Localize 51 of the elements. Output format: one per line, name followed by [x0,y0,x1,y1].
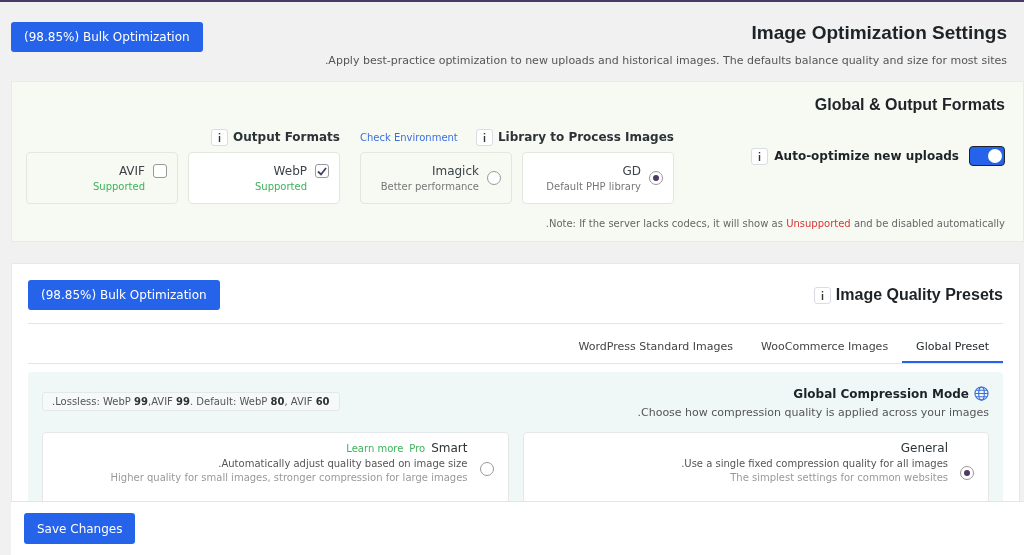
info-icon[interactable] [751,147,769,165]
radio-button[interactable] [487,171,501,185]
page-subtitle: .Apply best-practice optimization to new uploads and historical images. The defaults balance quality and size for most sites [324,54,1007,67]
quality-hint: .Lossless: WebP 99,AVIF 99. Default: WebP 80, AVIF 60 [42,392,340,411]
format-card[interactable]: WebP Supported [188,152,340,204]
mode-description: The simplest settings for common websites [730,472,948,483]
format-name: AVIF [118,164,145,178]
radio-button[interactable] [649,171,663,185]
page-title: Image Optimization Settings [751,22,1007,44]
radio-button[interactable] [479,462,494,476]
preset-tab[interactable]: WordPress Standard Images [564,340,748,363]
mode-name: Smart [431,441,468,455]
auto-optimize-label: Auto-optimize new uploads [774,149,959,163]
bulk-optimization-button[interactable]: (98.85%) Bulk Optimization [28,280,220,310]
info-icon[interactable] [813,286,831,304]
format-status: Supported [92,181,145,192]
format-name: WebP [273,164,307,178]
auto-optimize-toggle[interactable] [969,146,1005,166]
format-status: Supported [254,181,307,192]
panel-title: Image Quality Presets [835,286,1003,304]
mode-name: General [900,441,948,455]
mode-card[interactable]: General .Use a single fixed compression quality for all images The simplest settings for common websites [522,432,989,501]
preset-tab[interactable]: WooCommerce Images [747,340,903,363]
info-icon[interactable] [211,128,229,146]
mode-description: .Use a single fixed compression quality for all images [681,458,948,469]
radio-button[interactable] [960,466,974,480]
preset-tab[interactable]: Global Preset [902,340,1003,363]
checkbox[interactable] [315,164,329,178]
group-label: Output Formats [233,130,340,144]
panel-title: Global & Output Formats [814,96,1005,114]
bulk-optimization-button[interactable]: (98.85%) Bulk Optimization [11,22,203,52]
mode-card[interactable]: Learn more Pro Smart .Automatically adjust quality based on image size Higher quality for small images, stronger compression for large images [42,432,509,501]
pro-label: Pro [409,442,426,454]
library-card[interactable]: Imagick Better performance [360,152,512,204]
codec-note: .Note: If the server lacks codecs, it will show as Unsupported and be disabled automatically [545,218,1005,229]
library-description: Default PHP library [546,181,641,192]
library-card[interactable]: GD Default PHP library [522,152,674,204]
compression-subtitle: .Choose how compression quality is applied across your images [637,406,989,419]
globe-icon [974,386,989,401]
checkbox[interactable] [153,164,167,178]
library-name: GD [622,164,641,178]
info-icon[interactable] [475,128,493,146]
save-changes-button[interactable]: Save Changes [24,513,136,544]
mode-description: .Automatically adjust quality based on image size [218,458,468,469]
library-description: Better performance [380,181,479,192]
mode-description: Higher quality for small images, stronger compression for large images [110,472,468,483]
group-label: Library to Process Images [497,130,674,144]
format-card[interactable]: AVIF Supported [26,152,178,204]
check-environment-link[interactable]: Check Environment [360,131,458,143]
library-name: Imagick [431,164,479,178]
compression-title: Global Compression Mode [793,386,969,401]
